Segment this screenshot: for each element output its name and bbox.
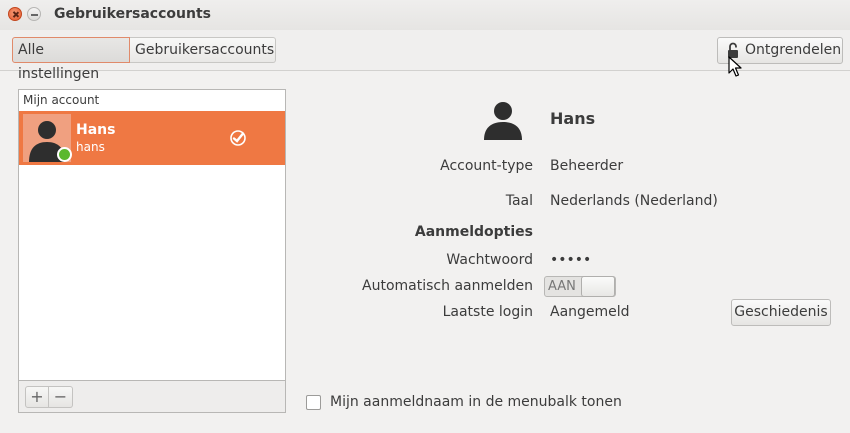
autologin-label: Automatisch aanmelden (362, 278, 533, 294)
unlock-label: Ontgrendelen (745, 42, 842, 58)
title-bar: Gebruikersaccounts (0, 0, 850, 31)
autologin-toggle[interactable]: AAN (544, 276, 616, 297)
password-label: Wachtwoord (446, 252, 533, 268)
list-toolbar: + − (18, 381, 286, 413)
breadcrumb-user-accounts[interactable]: Gebruikersaccounts (130, 37, 276, 63)
window-title: Gebruikersaccounts (54, 6, 211, 22)
checkmark-icon (230, 130, 246, 146)
detail-user-name[interactable]: Hans (550, 109, 595, 128)
show-name-checkbox[interactable] (306, 395, 321, 410)
language-label: Taal (505, 193, 533, 209)
user-avatar-icon[interactable] (482, 98, 524, 140)
remove-user-button[interactable]: − (49, 386, 73, 408)
account-type-label: Account-type (440, 158, 533, 174)
close-icon[interactable] (8, 7, 22, 21)
history-button[interactable]: Geschiedenis (731, 299, 831, 326)
account-list: Mijn account Hans hans (18, 89, 286, 381)
toggle-knob[interactable] (581, 276, 615, 297)
account-type-value[interactable]: Beheerder (550, 158, 623, 174)
last-login-label: Laatste login (442, 304, 533, 320)
mouse-cursor-icon (728, 56, 742, 77)
user-login-name: hans (76, 140, 105, 154)
online-status-icon (57, 147, 72, 162)
autologin-state: AAN (548, 279, 576, 294)
last-login-value: Aangemeld (550, 304, 630, 320)
list-header: Mijn account (23, 93, 100, 107)
show-name-checkbox-label[interactable]: Mijn aanmeldnaam in de menubalk tonen (330, 394, 622, 410)
login-options-heading: Aanmeldopties (414, 224, 533, 240)
user-display-name: Hans (76, 122, 116, 138)
add-user-button[interactable]: + (25, 386, 49, 408)
minimize-icon[interactable] (27, 7, 41, 21)
language-value[interactable]: Nederlands (Nederland) (550, 193, 718, 209)
password-value[interactable]: ••••• (550, 252, 591, 268)
breadcrumb-all-settings[interactable]: Alle instellingen (12, 37, 130, 82)
